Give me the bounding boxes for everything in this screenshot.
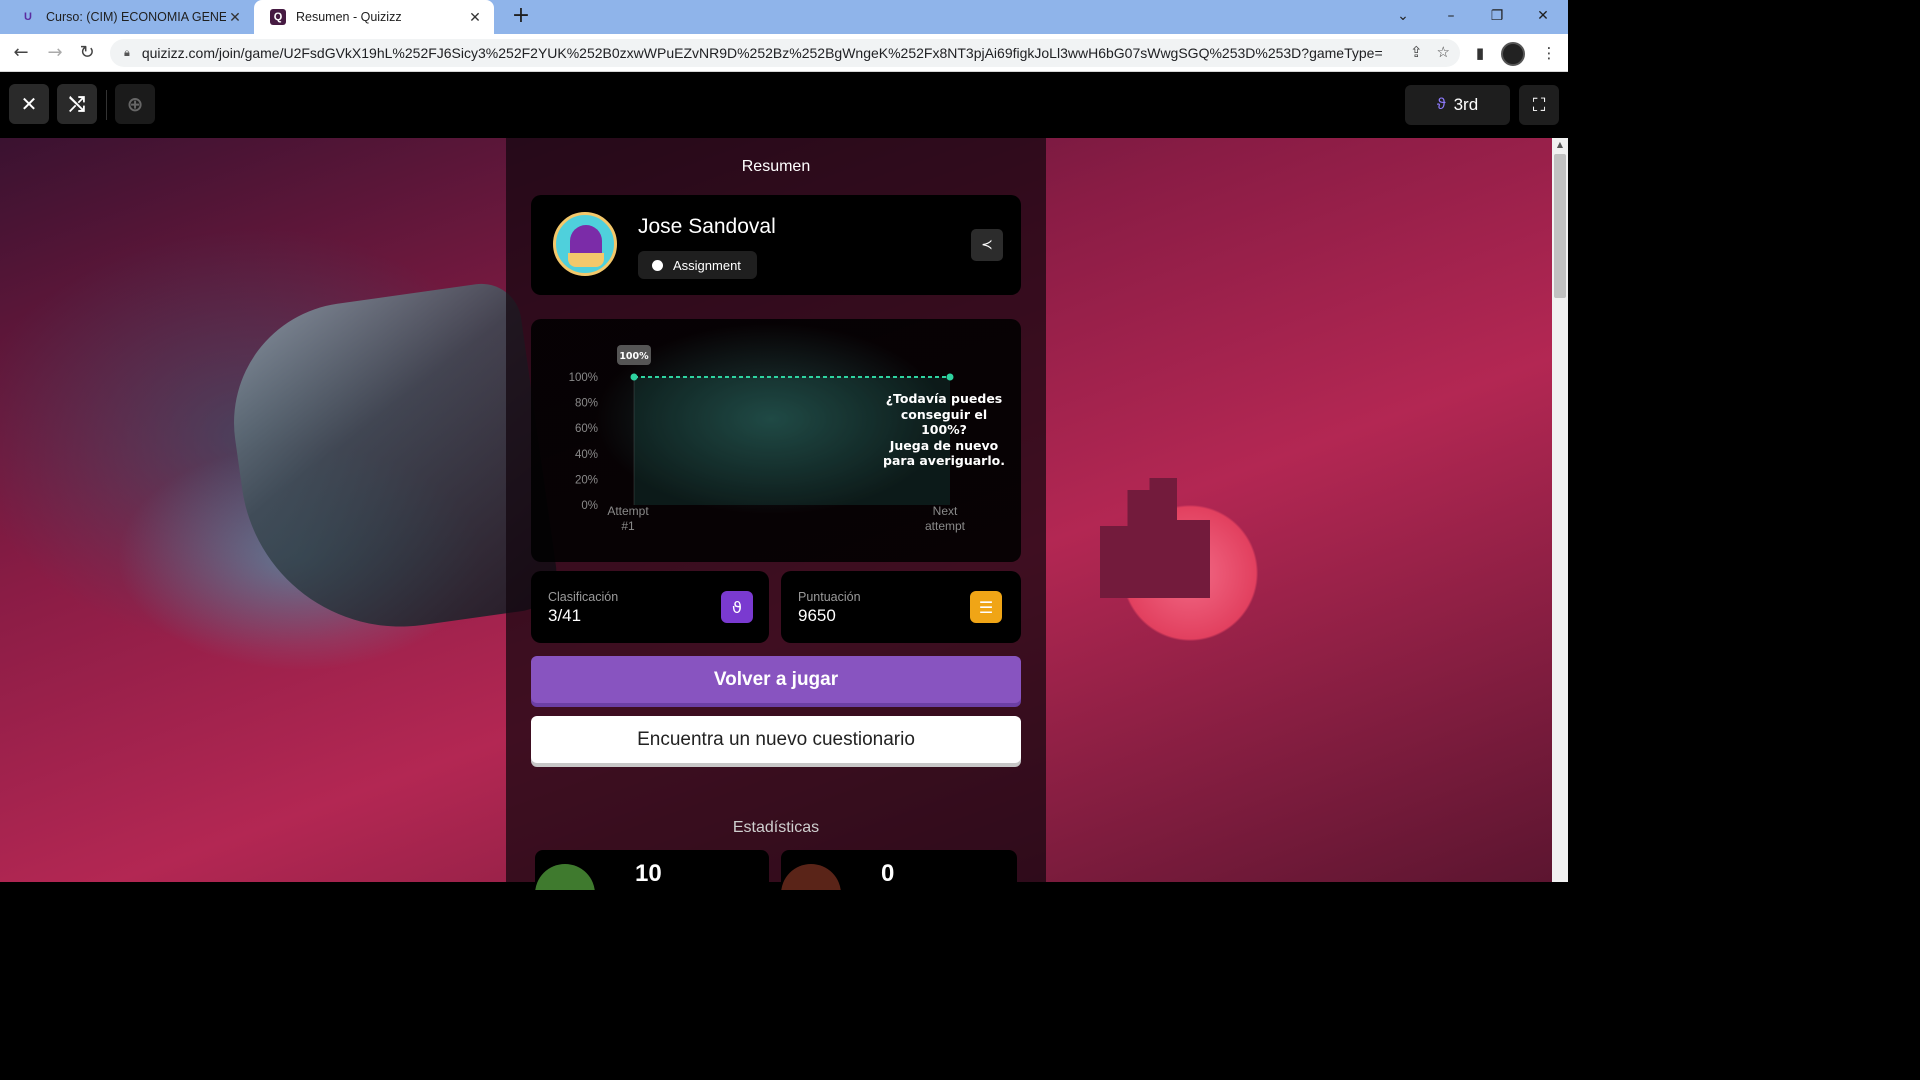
incorrect-count-card: 0 [781, 850, 1017, 890]
rank-value: 3/41 [548, 606, 582, 625]
rank-chip[interactable]: ϑ 3rd [1405, 85, 1510, 125]
chart-note: ¿Todavía puedes conseguir el 100%? Juega… [879, 391, 1009, 469]
medal-icon: ϑ [1436, 96, 1446, 113]
toolbar-divider [106, 90, 107, 120]
lock-icon: 🔒︎ [124, 46, 130, 59]
data-label-text: 100% [619, 351, 649, 362]
y-tick-label: 0% [581, 500, 598, 512]
tab-search-icon[interactable]: ⌄ [1380, 0, 1426, 34]
clock-icon [652, 259, 663, 271]
back-icon[interactable]: ← [6, 38, 36, 68]
data-point-attempt-1 [630, 373, 638, 381]
cupcake-base [568, 253, 604, 267]
chart-note-line: Juega de nuevo [889, 437, 999, 453]
rank-label: Clasificación [548, 590, 619, 604]
statistics-heading: Estadísticas [732, 819, 820, 836]
shuffle-theme-button[interactable]: ⤭ [57, 84, 97, 124]
y-tick-label: 20% [575, 474, 598, 486]
incorrect-count: 0 [881, 860, 895, 887]
player-card: Jose Sandoval Assignment ≺ [531, 195, 1021, 295]
x-tick-label: Attempt [607, 504, 649, 518]
close-window-button[interactable]: ✕ [1520, 0, 1566, 34]
x-tick-label: Next [933, 504, 958, 518]
url-field[interactable]: 🔒︎ quizizz.com/join/game/U2FsdGVkX19hL%2… [110, 39, 1460, 67]
close-tab-icon[interactable]: ✕ [466, 9, 484, 26]
score-value: 9650 [798, 606, 836, 625]
find-new-quiz-button[interactable]: Encuentra un nuevo cuestionario [531, 716, 1021, 763]
new-tab-button[interactable]: + [508, 4, 534, 30]
share-page-icon[interactable]: ⇪ [1410, 43, 1423, 61]
profile-avatar[interactable] [1501, 42, 1525, 66]
fullscreen-button[interactable]: ⛶ [1519, 85, 1559, 125]
score-label: Puntuación [798, 590, 861, 604]
play-again-button[interactable]: Volver a jugar [531, 656, 1021, 703]
u-logo-icon: U [24, 11, 32, 23]
mode-label: Assignment [673, 257, 741, 273]
scroll-up-arrow[interactable]: ▲ [1554, 140, 1566, 152]
y-tick-label: 40% [575, 449, 598, 461]
player-name: Jose Sandoval [638, 215, 776, 238]
scrollbar-thumb[interactable] [1554, 154, 1566, 298]
avatar [553, 212, 617, 276]
quiz-top-bar: ✕ ⤭ ⊕ ϑ 3rd ⛶ [0, 72, 1568, 138]
forward-icon[interactable]: → [40, 38, 70, 68]
coins-icon: ☰ [970, 591, 1002, 623]
chart-note-line: ¿Todavía puedes [885, 391, 1003, 406]
quizizz-icon: Q [270, 9, 286, 25]
medal-icon: ϑ [721, 591, 753, 623]
browser-tab-bar: U Curso: (CIM) ECONOMIA GENERAL ✕ Q Resu… [0, 0, 1568, 34]
y-tick-label: 80% [575, 398, 598, 410]
rank-chip-label: 3rd [1453, 95, 1479, 114]
correct-icon [535, 864, 595, 890]
x-tick-label: #1 [621, 519, 635, 533]
chart-note-line: conseguir el 100%? [900, 406, 988, 438]
data-point-next-attempt [946, 373, 954, 381]
share-button[interactable]: ≺ [971, 229, 1003, 261]
correct-count-card: 10 [535, 850, 769, 890]
browser-tab-course[interactable]: U Curso: (CIM) ECONOMIA GENERAL ✕ [4, 0, 254, 34]
incorrect-icon [781, 864, 841, 890]
minimize-button[interactable]: – [1428, 0, 1474, 34]
rank-card: Clasificación 3/41 ϑ [531, 571, 769, 643]
side-panel-icon[interactable]: ▮ [1467, 40, 1493, 66]
menu-dots-icon[interactable]: ⋮ [1536, 40, 1562, 66]
accuracy-chart: 100% 80% 60% 40% 20% 0% Attempt #1 Next attempt … [531, 319, 1021, 562]
exit-quiz-button[interactable]: ✕ [9, 84, 49, 124]
zoom-in-button[interactable]: ⊕ [115, 84, 155, 124]
city-skyline-illustration [1100, 478, 1210, 598]
mode-badge: Assignment [638, 251, 757, 279]
y-tick-label: 60% [575, 423, 598, 435]
browser-tab-quizizz[interactable]: Q Resumen - Quizizz ✕ [254, 0, 494, 34]
reload-icon[interactable]: ↻ [72, 38, 102, 68]
correct-count: 10 [635, 860, 662, 887]
url-text: quizizz.com/join/game/U2FsdGVkX19hL%252F… [141, 45, 1382, 61]
close-tab-icon[interactable]: ✕ [226, 9, 244, 26]
browser-address-bar: ← → ↻ 🔒︎ quizizz.com/join/game/U2FsdGVkX… [0, 34, 1568, 72]
y-tick-label: 100% [569, 372, 598, 384]
chart-note-line: para averiguarlo. [883, 453, 1005, 468]
tab-title: Resumen - Quizizz [296, 10, 402, 24]
restore-button[interactable]: ❐ [1474, 0, 1520, 34]
tab-title: Curso: (CIM) ECONOMIA GENERAL [46, 10, 226, 24]
score-card: Puntuación 9650 ☰ [781, 571, 1021, 643]
x-tick-label: attempt [925, 519, 966, 533]
bookmark-star-icon[interactable]: ☆ [1437, 43, 1450, 61]
page-title: Resumen [741, 158, 811, 175]
